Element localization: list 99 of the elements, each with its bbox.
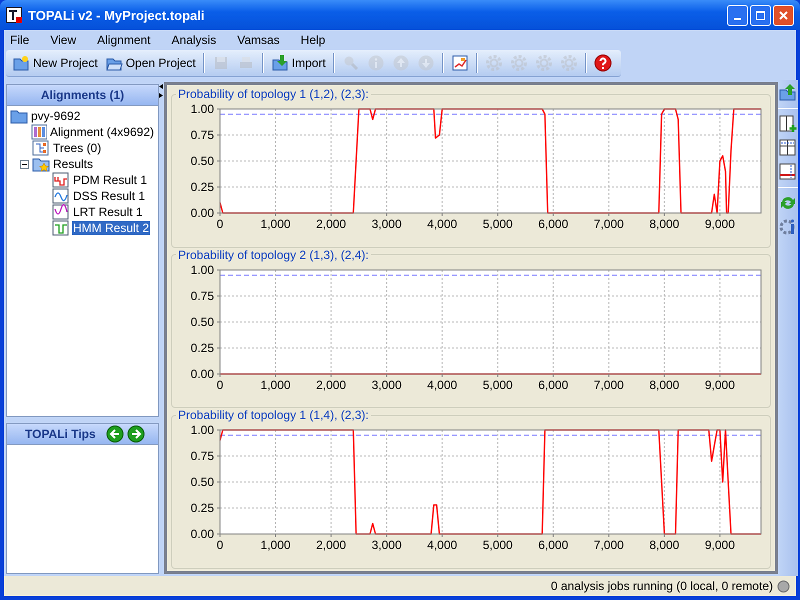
x-tick-label: 4,000 [427,378,458,392]
menu-item[interactable]: Alignment [93,32,160,46]
settings-info-icon[interactable] [779,218,797,236]
menu-item[interactable]: File [6,32,38,46]
y-tick-label: 0.25 [190,340,214,355]
x-tick-label: 9,000 [704,217,735,231]
x-tick-label: 9,000 [704,378,735,392]
chart-title: Probability of topology 1 (1,4), (2,3): [177,408,370,422]
y-tick-label: 1.00 [190,262,214,277]
window-title: TOPALi v2 - MyProject.topali [28,8,206,22]
x-tick-label: 4,000 [427,538,458,552]
collapse-arrows-icon[interactable] [159,84,164,98]
chart-title: Probability of topology 2 (1,3), (2,4): [177,248,370,262]
app-logo-icon [6,7,22,23]
y-tick-label: 0.50 [190,475,214,490]
previous-button[interactable] [106,425,124,443]
x-tick-label: 8,000 [649,378,680,392]
toolbar-button[interactable]: Import [268,52,329,74]
x-tick-label: 7,000 [594,217,624,231]
x-tick-label: 5,000 [482,538,513,552]
x-tick-label: 0 [216,217,224,231]
minimize-icon [734,18,741,20]
x-tick-label: 8,000 [649,538,680,552]
x-tick-label: 1,000 [260,538,291,552]
y-tick-label: 0.00 [190,366,214,381]
tree-item[interactable]: Results [52,157,94,171]
x-tick-label: 2,000 [316,217,346,231]
chart-icon[interactable] [450,54,469,72]
x-tick-label: 0 [216,538,224,552]
x-tick-label: 2,000 [316,378,346,392]
x-tick-label: 6,000 [538,378,568,392]
fit-width-icon[interactable] [779,139,797,157]
folder-star-icon [32,156,50,172]
close-icon [779,10,788,20]
add-panel-icon[interactable] [779,115,797,133]
y-tick-label: 0.75 [190,449,214,464]
x-tick-label: 3,000 [372,538,402,552]
y-tick-label: 1.00 [190,423,214,438]
y-tick-label: 0.25 [190,180,214,194]
import-icon [270,54,289,72]
tree-icon [32,140,50,156]
status-text: 0 analysis jobs running (0 local, 0 remote) [550,579,773,593]
x-tick-label: 7,000 [594,538,624,552]
x-tick-label: 1,000 [260,217,291,231]
y-tick-label: 0.50 [190,154,214,168]
result-chart-icon [52,204,70,220]
menu-item[interactable]: Analysis [168,32,226,46]
fit-height-icon[interactable] [779,163,797,181]
y-tick-label: 0.00 [190,206,214,220]
collapse-toggle-icon[interactable] [20,160,29,168]
y-tick-label: 0.50 [190,314,214,329]
close-button[interactable] [773,4,794,26]
tree-item[interactable]: Trees (0) [52,141,102,155]
tree-item[interactable]: Alignment (4x9692) [48,125,155,139]
x-tick-label: 2,000 [316,538,346,552]
x-tick-label: 8,000 [649,217,680,231]
next-button[interactable] [126,425,145,443]
alignment-icon [30,124,47,140]
refresh-icon[interactable] [779,194,797,212]
folder-icon [10,108,28,124]
result-chart-icon [52,220,70,236]
panel-title: Alignments (1) [40,88,124,102]
x-tick-label: 1,000 [260,378,291,392]
x-tick-label: 3,000 [372,217,402,231]
result-chart-icon [52,172,70,188]
x-tick-label: 6,000 [538,538,568,552]
panel-title: TOPALi Tips [25,427,96,441]
y-tick-label: 0.25 [190,501,214,516]
y-tick-label: 0.75 [190,128,214,142]
maximize-icon [756,10,765,20]
tree-item[interactable]: PDM Result 1 [72,173,148,187]
new-folder-icon [12,54,30,72]
menu-item[interactable]: Help [296,32,334,46]
status-light-icon [777,580,790,592]
x-tick-label: 3,000 [372,378,402,392]
menu-item[interactable]: Vamsas [233,32,289,46]
y-tick-label: 0.00 [190,527,214,542]
menu-item[interactable]: View [46,32,86,46]
x-tick-label: 0 [216,378,224,392]
y-tick-label: 0.75 [190,288,214,303]
y-tick-label: 1.00 [190,102,214,116]
x-tick-label: 7,000 [594,378,624,392]
tree-item[interactable]: DSS Result 1 [72,189,146,203]
x-tick-label: 5,000 [482,217,513,231]
export-icon[interactable] [779,84,797,102]
tree-item[interactable]: pvy-9692 [30,109,82,123]
chart-title: Probability of topology 1 (1,2), (2,3): [177,87,370,101]
minimize-button[interactable] [727,4,748,26]
x-tick-label: 4,000 [427,217,458,231]
x-tick-label: 5,000 [482,378,513,392]
x-tick-label: 9,000 [704,538,735,552]
maximize-button[interactable] [750,4,771,26]
tree-item[interactable]: HMM Result 2 [72,221,150,235]
x-tick-label: 6,000 [538,217,568,231]
result-chart-icon [52,188,70,204]
toolbar-button[interactable]: New Project [9,52,101,74]
tree-item[interactable]: LRT Result 1 [72,205,144,219]
toolbar-button[interactable]: Open Project [102,52,199,74]
help-icon[interactable] [594,54,612,72]
